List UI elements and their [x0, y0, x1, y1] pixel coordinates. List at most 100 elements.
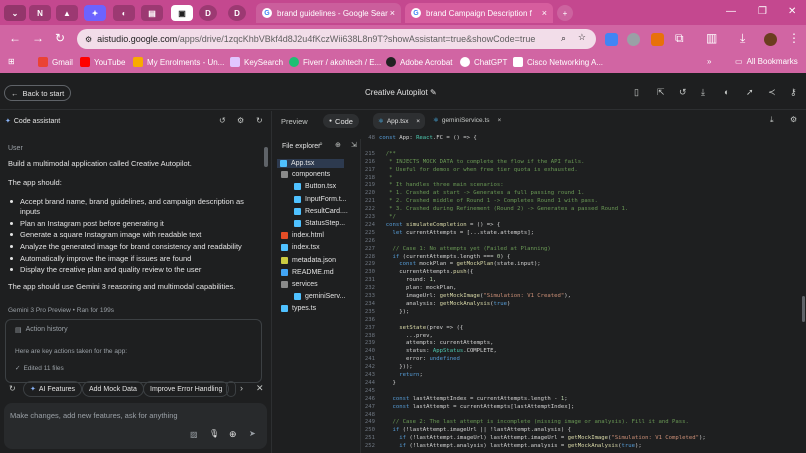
new-tab-button[interactable]: +: [557, 5, 573, 21]
tab-preview[interactable]: Preview: [281, 117, 308, 126]
file-tree-item[interactable]: StatusStep...: [294, 220, 345, 227]
bookmark-cisco[interactable]: Cisco Networking A...: [513, 57, 603, 67]
bookmark-adobe[interactable]: Adobe Acrobat: [386, 57, 452, 67]
search-icon[interactable]: ⌕: [319, 141, 323, 149]
history-icon[interactable]: ↺: [679, 87, 687, 98]
forward-arrow-icon[interactable]: →: [32, 31, 44, 45]
chip-more[interactable]: [226, 381, 236, 397]
add-file-icon[interactable]: ⊕: [335, 141, 341, 149]
code-line: 227 // Case 1: No attempts yet (Failed a…: [361, 246, 551, 254]
prompt-input-box[interactable]: Make changes, add new features, ask for …: [4, 403, 267, 449]
site-info-icon[interactable]: ⚙: [85, 35, 92, 44]
pinned-tab-8[interactable]: D: [228, 5, 246, 21]
extension-icon[interactable]: [605, 33, 618, 46]
deploy-rocket-icon[interactable]: ➚: [746, 87, 754, 98]
gear-icon[interactable]: ⚙: [237, 116, 244, 125]
requirement-item: Display the creative plan and quality re…: [9, 265, 202, 274]
avatar[interactable]: [764, 33, 777, 46]
file-tree-item[interactable]: metadata.json: [281, 256, 336, 264]
tab-search-button[interactable]: ⌄: [4, 5, 26, 21]
send-icon[interactable]: ➤: [249, 429, 256, 438]
extension-icon[interactable]: [627, 33, 640, 46]
tab-google-brand-campaign[interactable]: G brand Campaign Description f ×: [405, 3, 553, 23]
reload-icon[interactable]: ↻: [55, 31, 65, 45]
search-icon[interactable]: ⌕: [561, 33, 566, 44]
chat-scrollbar[interactable]: [264, 147, 268, 167]
microphone-icon[interactable]: 🎙: [209, 429, 219, 438]
file-tree-item[interactable]: App.tsx: [277, 159, 345, 168]
close-icon[interactable]: ×: [416, 118, 420, 125]
restore-icon[interactable]: ❐: [758, 6, 767, 17]
image-icon[interactable]: ▨: [190, 430, 198, 439]
close-icon[interactable]: ✕: [256, 383, 264, 394]
refresh-icon[interactable]: ↻: [256, 116, 263, 125]
share-nodes-icon[interactable]: ≺: [768, 87, 776, 98]
star-icon[interactable]: ☆: [578, 32, 586, 43]
file-tab-app[interactable]: ⚛ App.tsx ×: [373, 113, 425, 129]
collapse-icon[interactable]: ⇲: [351, 141, 357, 149]
pinned-tab-5[interactable]: ▤: [141, 5, 163, 21]
action-history-card[interactable]: ▤ Action history Here are key actions tak…: [5, 319, 262, 383]
share-icon[interactable]: ⇱: [657, 87, 665, 98]
edited-files-row[interactable]: ✓ Edited 11 files: [15, 364, 64, 372]
download-icon[interactable]: ⤓: [770, 115, 774, 125]
close-icon[interactable]: ×: [498, 117, 502, 124]
bookmark-youtube[interactable]: YouTube: [80, 57, 125, 67]
file-tree-item[interactable]: InputForm.t...: [294, 195, 347, 203]
file-tree-item[interactable]: index.tsx: [281, 244, 320, 252]
back-arrow-icon[interactable]: ←: [9, 31, 21, 45]
tab-code[interactable]: ● Code: [323, 114, 359, 128]
pinned-tab-7[interactable]: D: [199, 5, 217, 21]
bookmark-fiverr[interactable]: Fiverr / akohtech / E...: [289, 57, 381, 67]
code-scrollbar[interactable]: [802, 296, 805, 322]
download-icon[interactable]: ⤓: [740, 31, 745, 46]
github-icon[interactable]: ◐: [724, 87, 729, 97]
puzzle-icon[interactable]: ⧉: [675, 31, 684, 46]
download-icon[interactable]: ⤓: [701, 87, 705, 98]
file-tree-item[interactable]: components: [281, 171, 330, 179]
file-tab-label: App.tsx: [386, 117, 409, 125]
extension-icon[interactable]: [651, 33, 664, 46]
bookmark-enrolments[interactable]: My Enrolments - Un...: [133, 57, 224, 67]
sparkle-refresh-icon[interactable]: ↻: [9, 384, 16, 393]
file-tree-item[interactable]: ResultCard....: [294, 207, 348, 215]
pinned-tab-active[interactable]: ▣: [171, 5, 193, 21]
key-icon[interactable]: ⚷: [790, 87, 797, 98]
add-circle-icon[interactable]: ⊕: [229, 429, 237, 440]
sidebar-icon[interactable]: ▥: [706, 31, 717, 45]
url-input[interactable]: ⚙ aistudio.google.com/apps/drive/1zqcKhb…: [77, 29, 596, 49]
all-bookmarks[interactable]: ▭ All Bookmarks: [735, 57, 798, 66]
close-window-icon[interactable]: ✕: [788, 6, 796, 17]
chevron-right-icon[interactable]: »: [707, 57, 711, 66]
close-icon[interactable]: ×: [390, 8, 395, 18]
chevron-right-icon[interactable]: ›: [240, 383, 243, 393]
gear-icon[interactable]: ⚙: [790, 115, 797, 124]
file-tree-item[interactable]: README.md: [281, 268, 334, 276]
chip-ai-features[interactable]: ✦ AI Features: [23, 381, 83, 397]
pinned-tab-4[interactable]: ◐: [113, 5, 135, 21]
pinned-tab-1[interactable]: N: [29, 5, 51, 21]
pinned-tab-3[interactable]: ✦: [84, 5, 106, 21]
bookmark-chatgpt[interactable]: ChatGPT: [460, 57, 507, 67]
code-editor[interactable]: 48 const App: React.FC = () => {215 /** 21…: [361, 133, 806, 453]
file-tab-gemini-service[interactable]: ⚛ geminiService.ts ×: [433, 116, 502, 125]
device-icon[interactable]: ▯: [634, 87, 639, 98]
tab-google-brand-guidelines[interactable]: G brand guidelines - Google Sear ×: [256, 3, 401, 23]
bookmark-keysearch[interactable]: KeySearch: [230, 57, 283, 67]
edit-pencil-icon[interactable]: ✎: [430, 88, 437, 97]
chip-add-mock-data[interactable]: Add Mock Data: [82, 381, 144, 397]
file-tree-item[interactable]: Button.tsx: [294, 183, 336, 191]
file-tree-item[interactable]: types.ts: [281, 305, 316, 313]
file-tree-item[interactable]: services: [281, 281, 318, 288]
back-to-start-button[interactable]: ← Back to start: [4, 85, 72, 101]
history-icon[interactable]: ↺: [219, 116, 226, 125]
file-tree-item[interactable]: index.html: [281, 232, 324, 240]
chip-improve-error-handling[interactable]: Improve Error Handling: [143, 381, 230, 397]
pinned-tab-2[interactable]: ▲: [56, 5, 78, 21]
menu-dots-icon[interactable]: ⋮: [788, 31, 800, 45]
apps-grid-icon[interactable]: ⊞: [8, 57, 15, 66]
minimize-icon[interactable]: —: [726, 6, 736, 17]
bookmark-gmail[interactable]: Gmail: [38, 57, 73, 67]
close-icon[interactable]: ×: [542, 8, 547, 18]
file-tree-item[interactable]: geminiServ...: [294, 293, 345, 301]
